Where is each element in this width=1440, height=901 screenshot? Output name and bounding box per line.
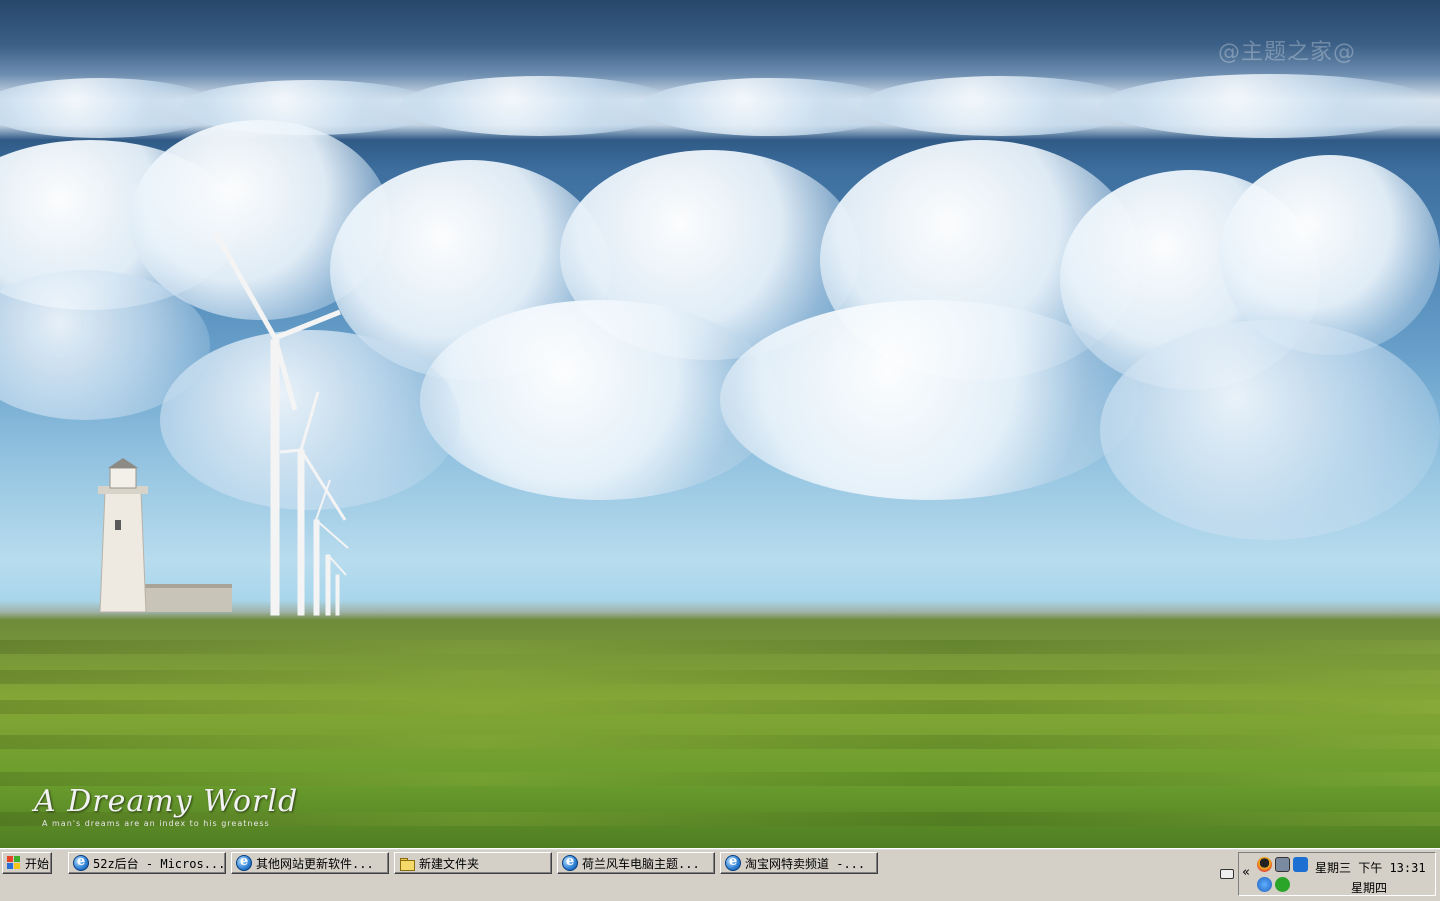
system-tray: « 星期三 下午 13:31 星期四: [1238, 852, 1436, 896]
taskbar-task-taobao-sale[interactable]: 淘宝网特卖频道 -...: [720, 852, 878, 874]
folder-icon: [399, 855, 415, 871]
taskbar-task-windmill-theme[interactable]: 荷兰风车电脑主题...: [557, 852, 715, 874]
qq-penguin-icon[interactable]: [1257, 857, 1272, 872]
clock-time[interactable]: 星期三 下午 13:31: [1315, 859, 1426, 876]
wallpaper-title: A Dreamy World: [34, 784, 299, 819]
keyboard-icon[interactable]: [1220, 869, 1234, 879]
security-shield-icon[interactable]: [1275, 877, 1290, 892]
network-camera-icon[interactable]: [1275, 857, 1290, 872]
task-label: 荷兰风车电脑主题...: [582, 856, 700, 871]
taskbar-task-other-sites[interactable]: 其他网站更新软件...: [231, 852, 389, 874]
lighthouse-turbines-illustration: [98, 230, 349, 616]
wallpaper-caption: A Dreamy World A man's dreams are an ind…: [34, 784, 298, 828]
ie-icon: [73, 854, 89, 871]
task-label: 52z后台 - Micros...: [93, 856, 226, 871]
windows-logo-icon: [7, 856, 21, 870]
wallpaper-subtitle: A man's dreams are an index to his great…: [42, 819, 270, 828]
clock-day: 星期四: [1351, 881, 1388, 895]
ie-icon: [562, 854, 578, 871]
taskbar-task-new-folder[interactable]: 新建文件夹: [394, 852, 552, 874]
show-hidden-icons-button[interactable]: «: [1242, 865, 1250, 880]
ie-icon: [725, 854, 741, 871]
task-label: 新建文件夹: [419, 856, 480, 871]
start-label: 开始: [25, 856, 50, 871]
task-label: 淘宝网特卖频道 -...: [745, 856, 866, 871]
back-arrow-icon[interactable]: [1293, 857, 1308, 872]
desktop-wallpaper: @主题之家@ A Dreamy World A man's dreams are…: [0, 0, 1440, 848]
taskbar-task-52z-admin[interactable]: 52z后台 - Micros...: [68, 852, 226, 874]
task-label: 其他网站更新软件...: [256, 856, 374, 871]
taskbar: 开始 52z后台 - Micros... 其他网站更新软件... 新建文件夹 荷…: [0, 848, 1440, 901]
start-button[interactable]: 开始: [2, 852, 52, 874]
qq-music-icon[interactable]: [1257, 877, 1272, 892]
wallpaper-watermark: @主题之家@: [1218, 40, 1357, 65]
ie-icon: [236, 854, 252, 871]
